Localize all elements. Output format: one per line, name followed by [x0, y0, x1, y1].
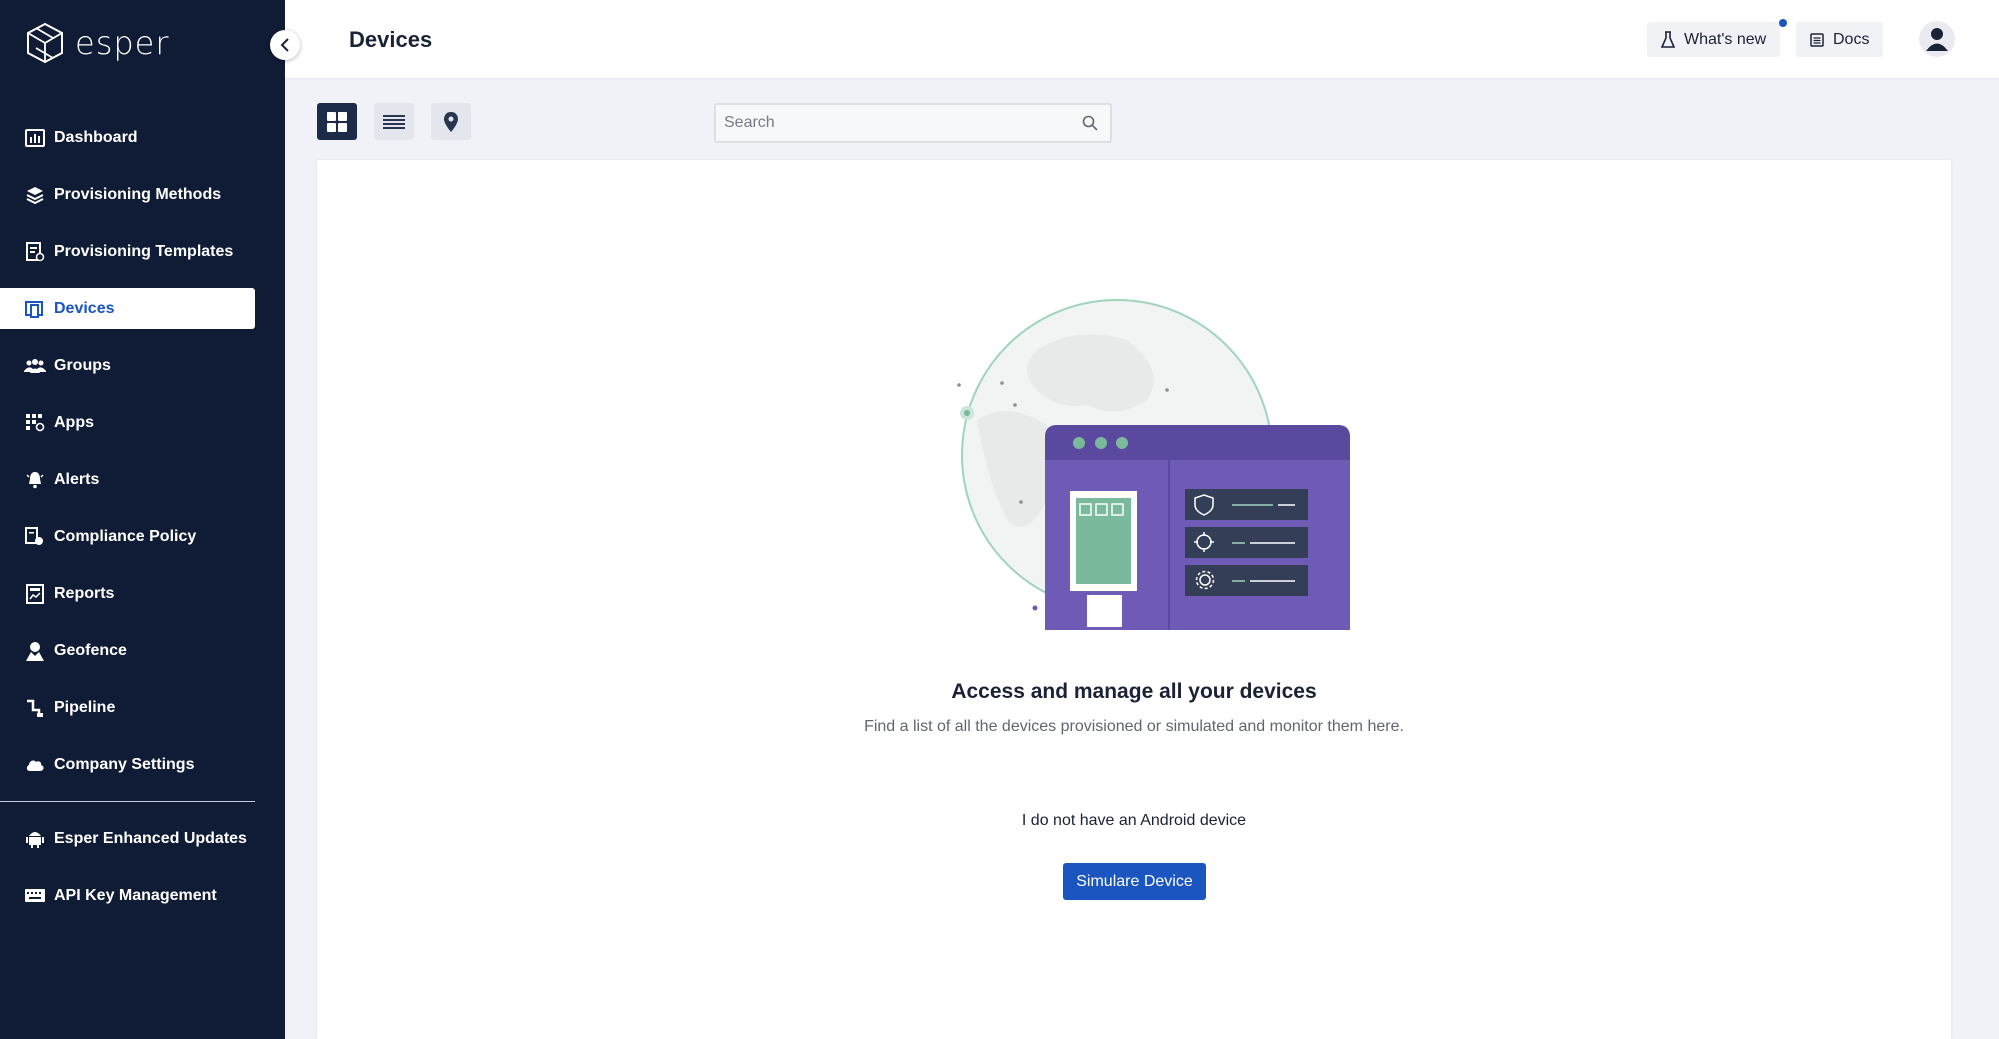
sidebar-item-geofence[interactable]: Geofence: [0, 630, 255, 671]
sidebar-item-apps[interactable]: Apps: [0, 402, 255, 443]
sidebar-item-label: Company Settings: [54, 755, 195, 773]
search-icon[interactable]: [1082, 115, 1098, 131]
sidebar-item-label: Dashboard: [54, 128, 138, 146]
empty-state-title: Access and manage all your devices: [951, 680, 1317, 703]
devices-content-card: Access and manage all your devices Find …: [317, 160, 1951, 1039]
sidebar-item-label: Groups: [54, 356, 111, 374]
list-view-button[interactable]: [374, 103, 414, 140]
empty-state-subtitle: Find a list of all the devices provision…: [864, 718, 1404, 735]
notification-dot: [1779, 19, 1787, 27]
keyboard-icon: [24, 885, 46, 907]
pipeline-icon: [24, 697, 46, 719]
sidebar-item-api-key-management[interactable]: API Key Management: [0, 875, 255, 916]
esper-logo-icon: [27, 22, 63, 63]
groups-icon: [24, 355, 46, 377]
sidebar: esper Dashboard Provisioning Methods Pro…: [0, 0, 285, 1039]
map-view-button[interactable]: [431, 103, 471, 140]
sidebar-item-label: Pipeline: [54, 698, 116, 716]
sidebar-item-devices[interactable]: Devices: [0, 288, 255, 329]
sidebar-item-reports[interactable]: Reports: [0, 573, 255, 614]
sidebar-item-label: Provisioning Methods: [54, 185, 222, 203]
page-title: Devices: [349, 27, 433, 52]
sidebar-item-groups[interactable]: Groups: [0, 345, 255, 386]
location-pin-icon: [444, 111, 458, 132]
sidebar-item-label: Alerts: [54, 470, 100, 488]
whats-new-button[interactable]: What's new: [1647, 22, 1781, 57]
geofence-icon: [24, 640, 46, 662]
sidebar-item-label: Compliance Policy: [54, 527, 197, 545]
docs-button[interactable]: Docs: [1796, 22, 1884, 57]
sidebar-item-label: Provisioning Templates: [54, 242, 234, 260]
sidebar-item-label: Devices: [54, 299, 115, 317]
search-box: [714, 103, 1112, 143]
sidebar-item-provisioning-methods[interactable]: Provisioning Methods: [0, 174, 255, 215]
devices-illustration: [957, 299, 1350, 630]
collapse-sidebar-button[interactable]: [270, 30, 300, 60]
android-icon: [24, 828, 46, 850]
grid-icon: [327, 111, 347, 132]
sidebar-item-pipeline[interactable]: Pipeline: [0, 687, 255, 728]
sidebar-item-alerts[interactable]: Alerts: [0, 459, 255, 500]
simulate-device-button[interactable]: Simulare Device: [1063, 863, 1206, 900]
grid-view-button[interactable]: [317, 103, 357, 140]
sidebar-item-compliance-policy[interactable]: Compliance Policy: [0, 516, 255, 557]
search-input[interactable]: [724, 114, 1082, 132]
docs-label: Docs: [1833, 30, 1870, 48]
template-icon: [24, 241, 46, 263]
sidebar-nav: Dashboard Provisioning Methods Provision…: [0, 117, 255, 932]
apps-icon: [24, 412, 46, 434]
devices-icon: [24, 298, 46, 320]
reports-icon: [24, 583, 46, 605]
sidebar-item-provisioning-templates[interactable]: Provisioning Templates: [0, 231, 255, 272]
sidebar-divider: [0, 801, 255, 802]
sidebar-item-dashboard[interactable]: Dashboard: [0, 117, 255, 158]
sidebar-item-company-settings[interactable]: Company Settings: [0, 744, 255, 785]
sidebar-item-label: API Key Management: [54, 886, 217, 904]
logo-text: esper: [75, 23, 170, 62]
chevron-left-icon: [280, 38, 289, 52]
sidebar-item-label: Geofence: [54, 641, 127, 659]
top-header: Devices What's new Docs: [285, 0, 1999, 79]
docs-icon: [1810, 32, 1824, 47]
sidebar-item-label: Esper Enhanced Updates: [54, 829, 247, 847]
sidebar-item-esper-enhanced-updates[interactable]: Esper Enhanced Updates: [0, 818, 255, 859]
compliance-icon: [24, 526, 46, 548]
layers-icon: [24, 184, 46, 206]
sidebar-item-label: Reports: [54, 584, 115, 602]
user-avatar[interactable]: [1919, 21, 1955, 57]
user-icon: [1926, 28, 1948, 51]
sidebar-item-label: Apps: [54, 413, 94, 431]
whats-new-label: What's new: [1684, 30, 1767, 48]
list-icon: [383, 114, 405, 129]
esper-logo[interactable]: esper: [25, 20, 170, 65]
cloud-icon: [24, 754, 46, 776]
flask-icon: [1661, 30, 1675, 49]
no-device-text: I do not have an Android device: [1021, 812, 1247, 829]
dashboard-icon: [24, 127, 46, 149]
bell-icon: [24, 469, 46, 491]
